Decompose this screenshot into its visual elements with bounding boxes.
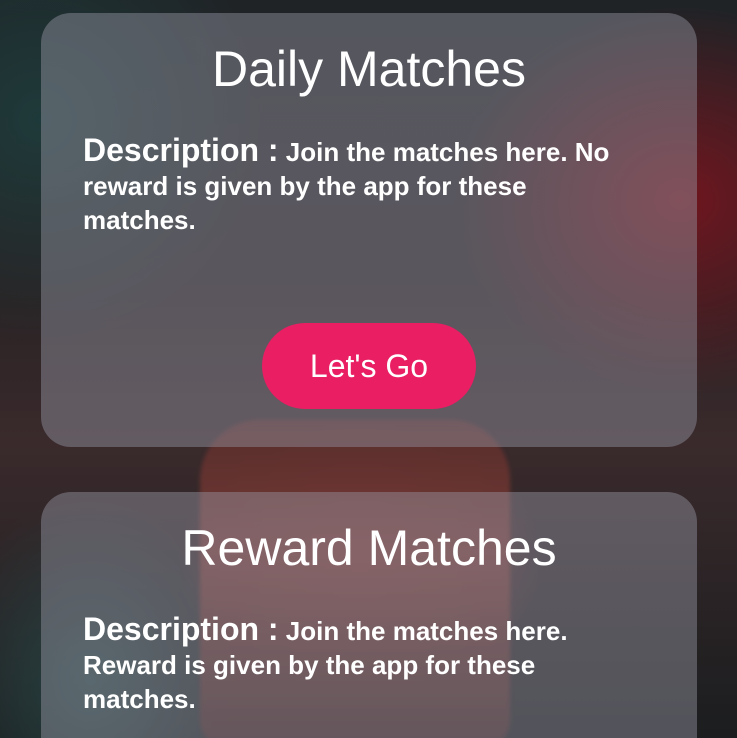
daily-matches-title: Daily Matches — [212, 41, 526, 97]
daily-matches-description: Description : Join the matches here. No … — [83, 133, 623, 237]
description-label: Description : — [83, 611, 279, 647]
reward-matches-description: Description : Join the matches here. Rew… — [83, 612, 623, 716]
reward-matches-title: Reward Matches — [181, 520, 557, 576]
lets-go-button[interactable]: Let's Go — [262, 323, 476, 409]
description-label: Description : — [83, 132, 279, 168]
reward-matches-card: Reward Matches Description : Join the ma… — [41, 492, 697, 738]
daily-matches-card: Daily Matches Description : Join the mat… — [41, 13, 697, 447]
app-screen: Daily Matches Description : Join the mat… — [0, 0, 737, 738]
